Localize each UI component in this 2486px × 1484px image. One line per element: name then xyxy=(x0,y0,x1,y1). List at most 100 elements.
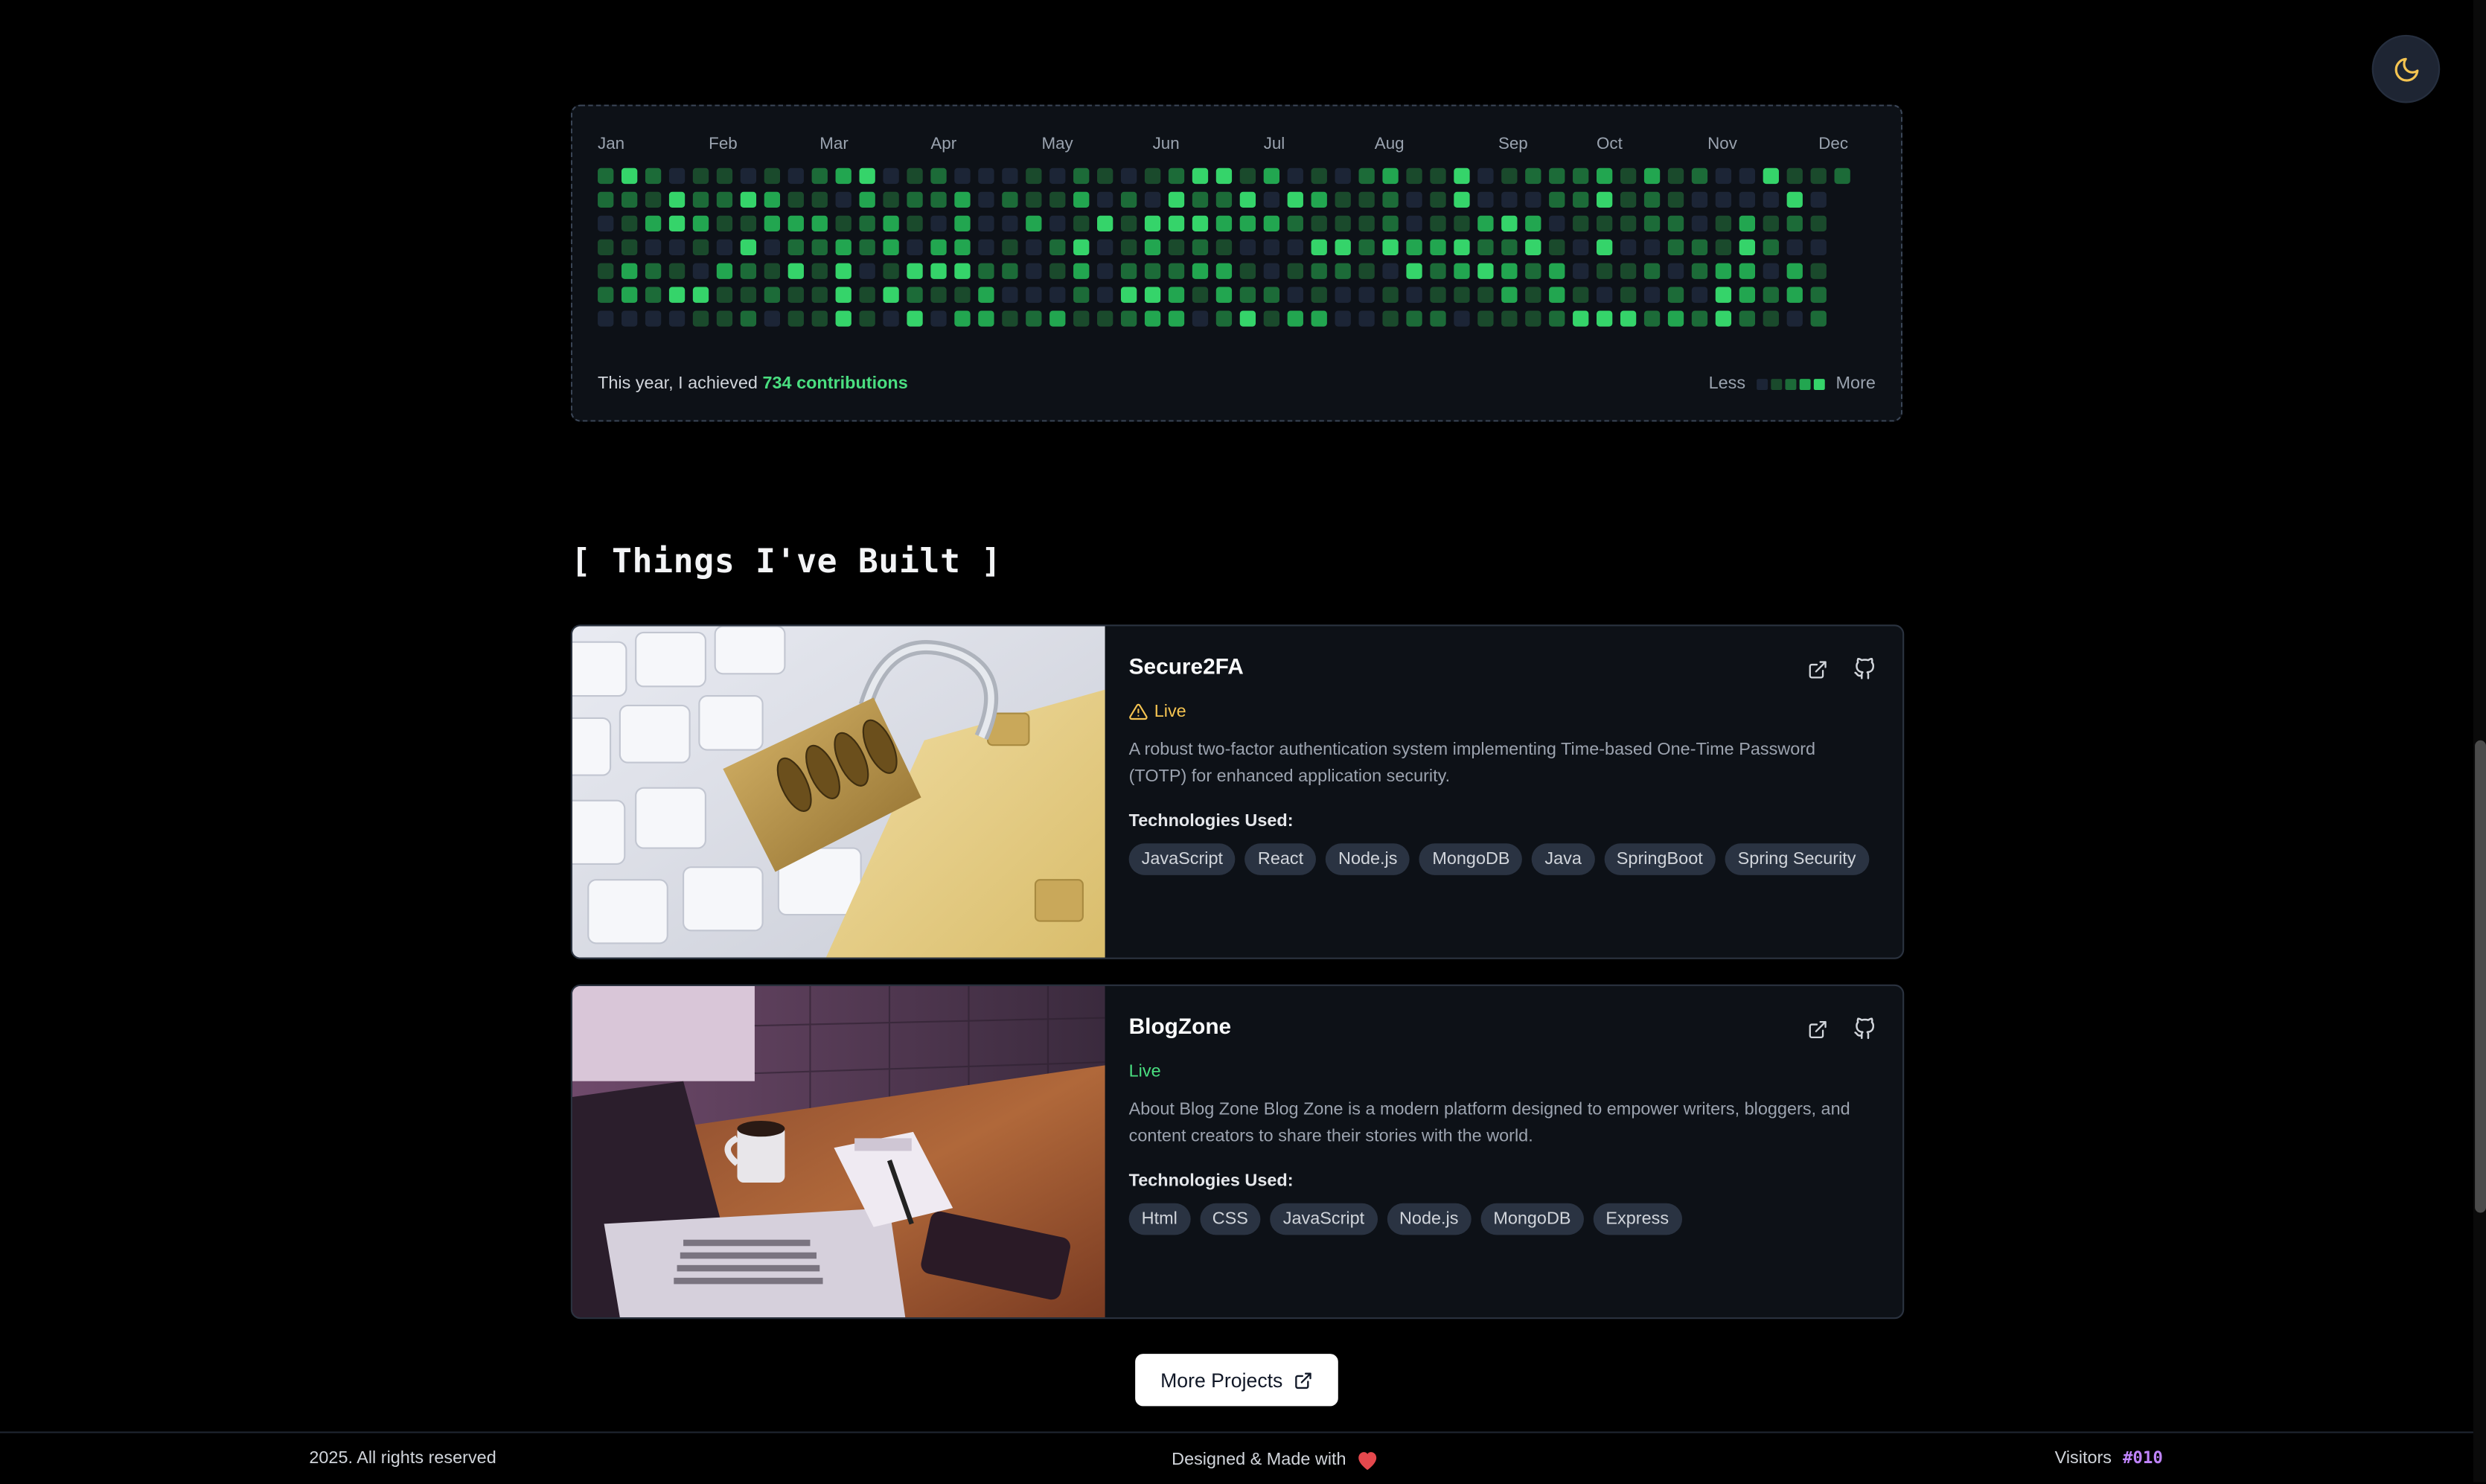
contribution-day[interactable] xyxy=(835,287,851,303)
contribution-day[interactable] xyxy=(954,287,971,303)
contribution-day[interactable] xyxy=(907,310,923,327)
contribution-day[interactable] xyxy=(835,191,851,208)
contribution-day[interactable] xyxy=(1501,239,1518,255)
contribution-day[interactable] xyxy=(1691,191,1708,208)
contribution-day[interactable] xyxy=(1287,263,1303,279)
contribution-day[interactable] xyxy=(1215,239,1233,255)
contribution-day[interactable] xyxy=(1168,215,1185,231)
contribution-day[interactable] xyxy=(1144,310,1161,327)
contribution-day[interactable] xyxy=(1715,215,1732,231)
contribution-day[interactable] xyxy=(1263,310,1279,327)
contribution-day[interactable] xyxy=(1430,215,1446,231)
contribution-day[interactable] xyxy=(1810,263,1827,279)
contribution-day[interactable] xyxy=(859,310,875,327)
contribution-day[interactable] xyxy=(1667,167,1684,185)
contribution-day[interactable] xyxy=(1168,191,1185,208)
contribution-day[interactable] xyxy=(883,287,899,303)
contribution-day[interactable] xyxy=(1287,239,1303,255)
contribution-day[interactable] xyxy=(1335,239,1351,255)
contribution-day[interactable] xyxy=(1739,263,1756,279)
contribution-day[interactable] xyxy=(787,239,804,255)
contribution-day[interactable] xyxy=(1120,263,1137,279)
contribution-day[interactable] xyxy=(1573,215,1589,231)
contribution-day[interactable] xyxy=(1144,263,1161,279)
contribution-day[interactable] xyxy=(1573,167,1589,185)
contribution-day[interactable] xyxy=(740,191,757,208)
contribution-day[interactable] xyxy=(1454,263,1470,279)
contribution-day[interactable] xyxy=(621,287,638,303)
contribution-day[interactable] xyxy=(1549,263,1565,279)
contribution-day[interactable] xyxy=(645,239,662,255)
contribution-day[interactable] xyxy=(1049,310,1066,327)
contribution-day[interactable] xyxy=(645,167,662,185)
contribution-day[interactable] xyxy=(764,215,781,231)
contribution-day[interactable] xyxy=(1239,191,1256,208)
contribution-day[interactable] xyxy=(1454,191,1470,208)
contribution-day[interactable] xyxy=(930,239,947,255)
contribution-day[interactable] xyxy=(645,191,662,208)
contribution-day[interactable] xyxy=(1335,167,1351,185)
contribution-day[interactable] xyxy=(1026,215,1042,231)
theme-toggle-button[interactable] xyxy=(2373,36,2439,102)
contribution-day[interactable] xyxy=(645,287,662,303)
contribution-day[interactable] xyxy=(1810,310,1827,327)
contribution-day[interactable] xyxy=(1120,239,1137,255)
contribution-day[interactable] xyxy=(1643,215,1661,231)
contribution-day[interactable] xyxy=(621,310,638,327)
contribution-day[interactable] xyxy=(1620,239,1637,255)
contribution-day[interactable] xyxy=(1263,215,1279,231)
contribution-day[interactable] xyxy=(787,310,804,327)
contribution-day[interactable] xyxy=(1263,191,1279,208)
contribution-day[interactable] xyxy=(1691,287,1708,303)
contribution-day[interactable] xyxy=(1215,263,1233,279)
contribution-day[interactable] xyxy=(1715,287,1732,303)
contribution-day[interactable] xyxy=(1715,239,1732,255)
contribution-day[interactable] xyxy=(1739,215,1756,231)
contribution-day[interactable] xyxy=(1311,191,1327,208)
contribution-day[interactable] xyxy=(1406,215,1422,231)
contribution-day[interactable] xyxy=(1002,167,1018,185)
contribution-day[interactable] xyxy=(954,191,971,208)
contribution-day[interactable] xyxy=(1739,167,1756,185)
contribution-day[interactable] xyxy=(1144,191,1161,208)
contribution-day[interactable] xyxy=(1573,239,1589,255)
contribution-day[interactable] xyxy=(1049,239,1066,255)
contribution-day[interactable] xyxy=(1049,215,1066,231)
contribution-day[interactable] xyxy=(1525,215,1541,231)
contribution-day[interactable] xyxy=(1715,191,1732,208)
github-button[interactable] xyxy=(1852,656,1877,682)
contribution-day[interactable] xyxy=(1597,191,1613,208)
contribution-day[interactable] xyxy=(1525,263,1541,279)
contribution-day[interactable] xyxy=(978,263,994,279)
contribution-day[interactable] xyxy=(692,215,709,231)
contribution-day[interactable] xyxy=(1073,239,1090,255)
external-link-button[interactable] xyxy=(1804,656,1830,682)
contribution-day[interactable] xyxy=(883,310,899,327)
contribution-day[interactable] xyxy=(1335,191,1351,208)
contribution-day[interactable] xyxy=(1120,167,1137,185)
contribution-day[interactable] xyxy=(598,287,614,303)
contribution-day[interactable] xyxy=(1073,263,1090,279)
contribution-day[interactable] xyxy=(716,287,733,303)
contribution-day[interactable] xyxy=(1026,287,1042,303)
contribution-day[interactable] xyxy=(621,215,638,231)
contribution-day[interactable] xyxy=(1002,191,1018,208)
contribution-day[interactable] xyxy=(1097,287,1113,303)
contribution-day[interactable] xyxy=(1763,263,1779,279)
contribution-day[interactable] xyxy=(740,215,757,231)
contribution-day[interactable] xyxy=(1454,310,1470,327)
contribution-day[interactable] xyxy=(1549,310,1565,327)
contribution-day[interactable] xyxy=(1382,263,1399,279)
contribution-day[interactable] xyxy=(907,287,923,303)
contribution-day[interactable] xyxy=(1382,215,1399,231)
contribution-day[interactable] xyxy=(1311,287,1327,303)
contribution-day[interactable] xyxy=(1335,215,1351,231)
contribution-day[interactable] xyxy=(1620,215,1637,231)
contribution-day[interactable] xyxy=(1311,167,1327,185)
contribution-day[interactable] xyxy=(859,263,875,279)
contribution-day[interactable] xyxy=(1049,287,1066,303)
contribution-day[interactable] xyxy=(1763,287,1779,303)
contribution-day[interactable] xyxy=(1715,310,1732,327)
contribution-day[interactable] xyxy=(1335,287,1351,303)
contribution-day[interactable] xyxy=(883,167,899,185)
